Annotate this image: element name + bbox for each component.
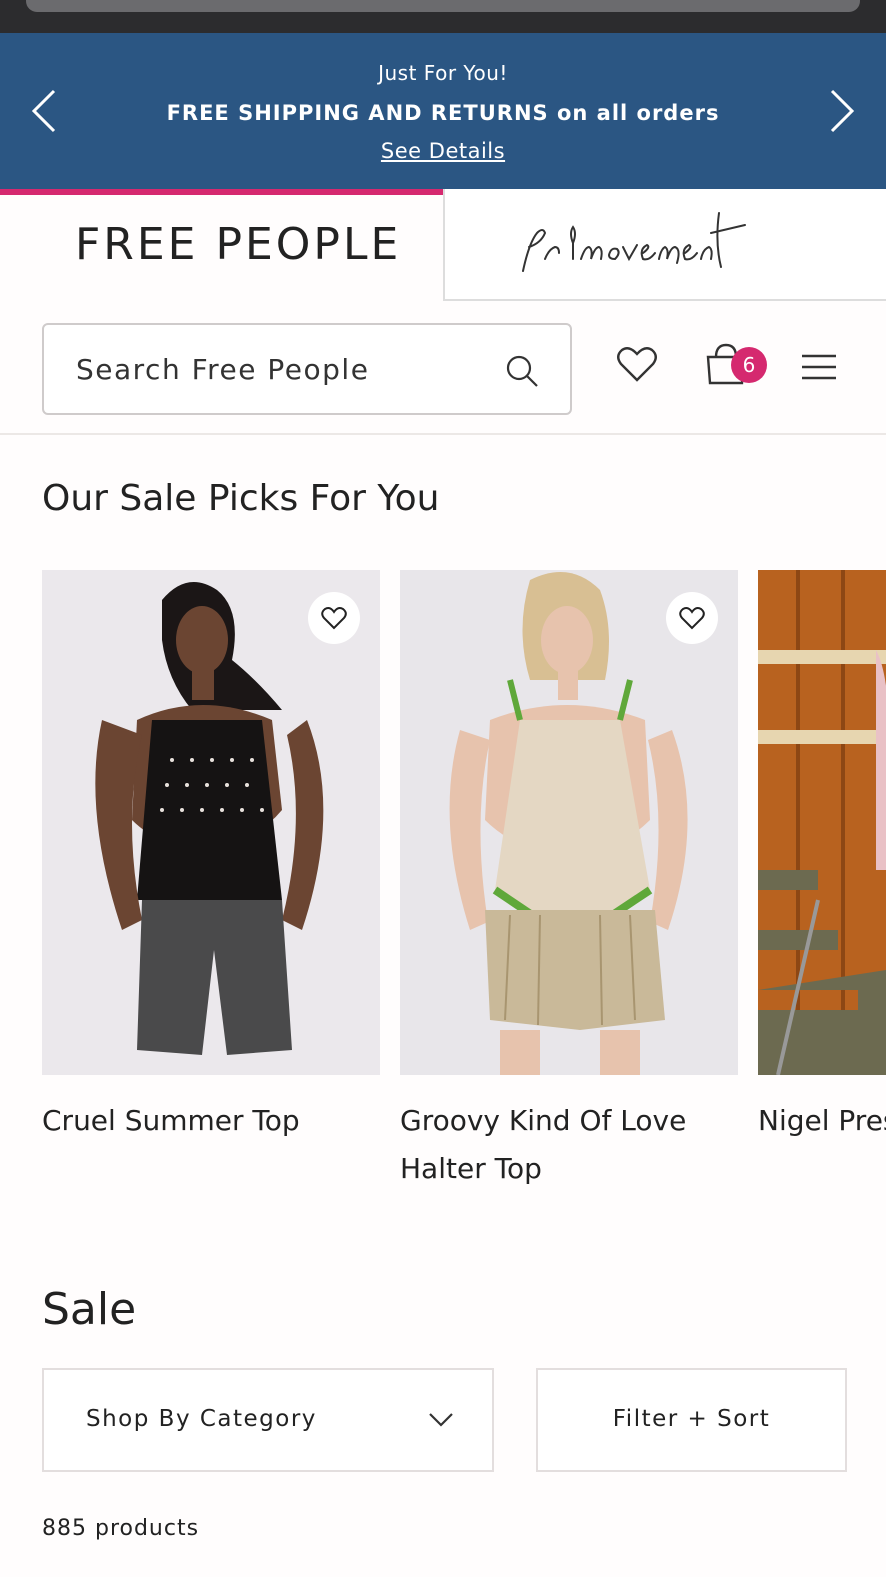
promo-banner: Just For You! FREE SHIPPING AND RETURNS …	[0, 33, 886, 189]
product-image[interactable]	[42, 570, 380, 1075]
address-bar[interactable]	[26, 0, 860, 12]
filter-sort-label: Filter + Sort	[612, 1406, 771, 1432]
brand-tabs: FREE PEOPLE	[0, 189, 886, 301]
search-placeholder: Search Free People	[76, 353, 370, 386]
sale-picks-title: Our Sale Picks For You	[42, 478, 440, 519]
free-people-logo: FREE PEOPLE	[75, 219, 402, 270]
wishlist-button[interactable]	[666, 592, 718, 644]
header-toolbar: Search Free People 6	[0, 301, 886, 435]
shop-by-category-dropdown[interactable]: Shop By Category	[42, 1368, 494, 1472]
browser-top-bar	[0, 0, 886, 33]
search-input[interactable]: Search Free People	[42, 323, 572, 415]
product-count: 885 products	[42, 1516, 200, 1541]
promo-headline: Just For You!	[378, 61, 508, 85]
heart-icon[interactable]	[616, 345, 658, 383]
product-card[interactable]: Cruel Summer Top	[42, 570, 380, 1145]
cart-count-badge: 6	[731, 347, 767, 383]
product-card[interactable]: Nigel Press Vest	[758, 570, 886, 1145]
tab-free-people[interactable]: FREE PEOPLE	[0, 189, 443, 301]
category-dropdown-label: Shop By Category	[86, 1406, 317, 1432]
chevron-right-icon[interactable]	[826, 89, 856, 133]
product-card[interactable]: Groovy Kind Of Love Halter Top	[400, 570, 738, 1193]
wishlist-button[interactable]	[308, 592, 360, 644]
heart-icon	[321, 607, 347, 630]
fp-movement-logo	[522, 212, 746, 272]
product-name[interactable]: Cruel Summer Top	[42, 1097, 380, 1145]
product-name[interactable]: Nigel Press Vest	[758, 1097, 886, 1145]
heart-icon	[679, 607, 705, 630]
promo-message: FREE SHIPPING AND RETURNS on all orders	[166, 101, 720, 125]
product-image[interactable]	[400, 570, 738, 1075]
menu-icon[interactable]	[802, 353, 836, 381]
filter-sort-button[interactable]: Filter + Sort	[536, 1368, 847, 1472]
product-image[interactable]	[758, 570, 886, 1075]
product-name[interactable]: Groovy Kind Of Love Halter Top	[400, 1097, 738, 1193]
promo-details-link[interactable]: See Details	[0, 139, 886, 163]
tab-fp-movement[interactable]	[443, 189, 886, 301]
sale-title: Sale	[42, 1284, 137, 1335]
chevron-down-icon	[429, 1413, 453, 1427]
search-icon[interactable]	[504, 353, 540, 389]
